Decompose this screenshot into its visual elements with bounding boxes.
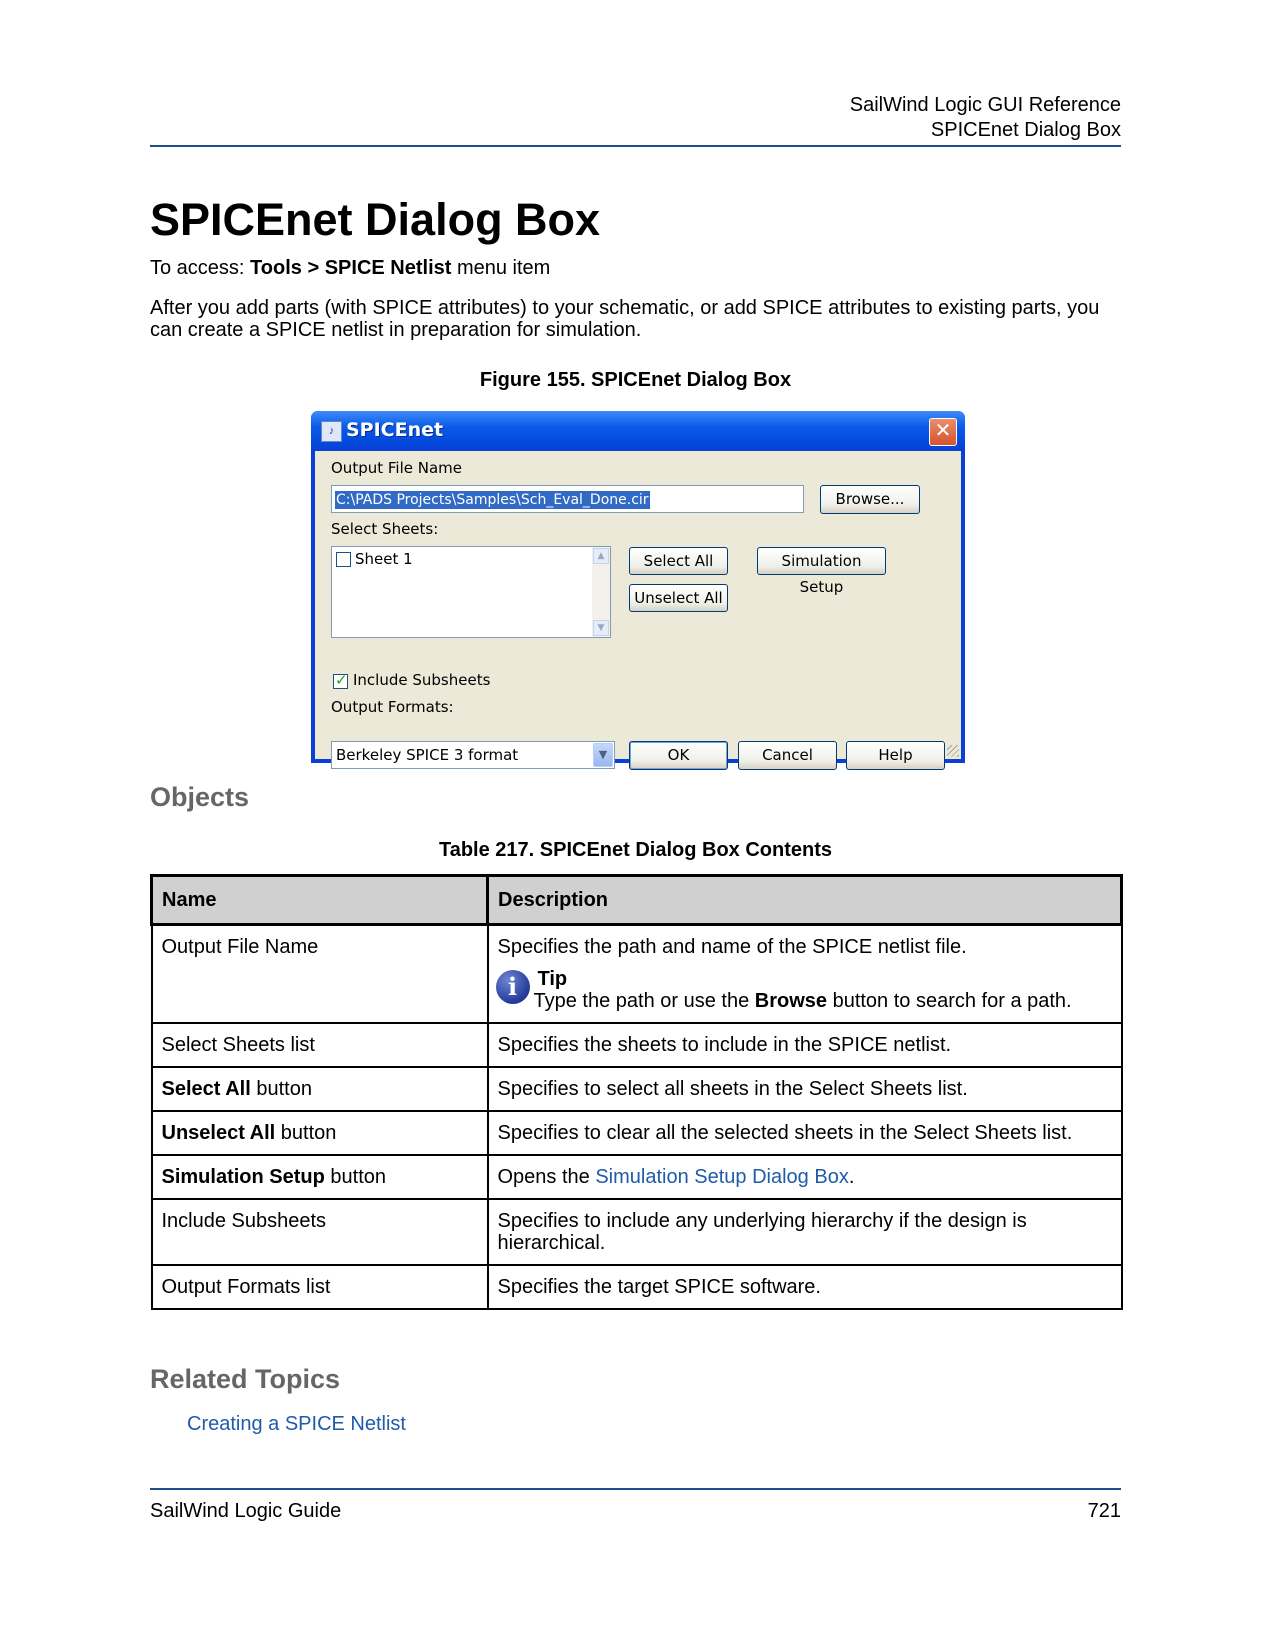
unselect-all-button[interactable]: Unselect All xyxy=(629,584,728,612)
row-description: Specifies to include any underlying hier… xyxy=(486,1198,1123,1266)
figure-caption: Figure 155. SPICEnet Dialog Box xyxy=(479,369,792,391)
simulation-setup-button[interactable]: Simulation Setup xyxy=(757,547,886,596)
output-file-value: C:\PADS Projects\Samples\Sch_Eval_Done.c… xyxy=(335,491,650,509)
header-section-title: SPICEnet Dialog Box xyxy=(930,119,1121,141)
row-description: Specifies to select all sheets in the Se… xyxy=(486,1066,1123,1112)
table-row: Output File Name Specifies the path and … xyxy=(150,923,1123,1024)
tip-prefix: Type the path or use the xyxy=(533,990,755,1012)
chevron-down-icon[interactable]: ▼ xyxy=(593,743,613,767)
select-sheets-label: Select Sheets: xyxy=(331,520,439,538)
row-description: Specifies to clear all the selected shee… xyxy=(486,1110,1123,1156)
row-description: Opens the Simulation Setup Dialog Box. xyxy=(486,1154,1123,1200)
row-name: Unselect All button xyxy=(150,1110,489,1156)
desc-suffix: . xyxy=(848,1166,855,1188)
scroll-down-icon[interactable]: ▼ xyxy=(593,620,609,636)
dialog-titlebar[interactable]: ♪ SPICEnet ✕ xyxy=(311,411,965,451)
row-name-bold: Simulation Setup xyxy=(161,1166,325,1188)
desc-prefix: Opens the xyxy=(497,1166,596,1188)
tip-text: Type the path or use the Browse button t… xyxy=(534,990,1112,1012)
output-formats-select[interactable]: Berkeley SPICE 3 format ▼ xyxy=(331,741,615,769)
simulation-setup-link[interactable]: Simulation Setup Dialog Box xyxy=(595,1166,848,1188)
access-suffix: menu item xyxy=(451,257,551,279)
table-row: Include Subsheets Specifies to include a… xyxy=(150,1198,1123,1266)
resize-grip-icon[interactable] xyxy=(947,745,959,757)
header-rule xyxy=(150,145,1121,147)
dialog-title: SPICEnet xyxy=(346,419,444,441)
column-header-description: Description xyxy=(486,874,1123,926)
footer: SailWind Logic Guide 721 xyxy=(150,1500,1121,1523)
contents-table: Name Description Output File Name Specif… xyxy=(150,874,1123,1310)
help-button[interactable]: Help xyxy=(846,741,945,770)
cancel-button[interactable]: Cancel xyxy=(738,741,837,770)
menu-tools: Tools xyxy=(250,257,302,279)
row-name-bold: Select All xyxy=(161,1078,251,1100)
intro-paragraph: After you add parts (with SPICE attribut… xyxy=(150,297,1100,341)
access-prefix: To access: xyxy=(150,257,251,279)
tip-suffix: button to search for a path. xyxy=(827,990,1072,1012)
row-description: Specifies the target SPICE software. xyxy=(486,1264,1123,1310)
info-icon: i xyxy=(495,970,530,1004)
table-row: Output Formats list Specifies the target… xyxy=(150,1264,1123,1310)
row-name-rest: button xyxy=(275,1122,337,1144)
row-name: Select Sheets list xyxy=(150,1022,489,1068)
footer-guide-name: SailWind Logic Guide xyxy=(150,1500,342,1522)
row-name: Include Subsheets xyxy=(150,1198,489,1266)
row-name: Simulation Setup button xyxy=(150,1154,489,1200)
row-description: Specifies the sheets to include in the S… xyxy=(486,1022,1123,1068)
browse-button[interactable]: Browse... xyxy=(820,485,920,514)
sheets-scrollbar[interactable]: ▲ ▼ xyxy=(592,547,610,637)
sheets-listbox[interactable]: Sheet 1 ▲ ▼ xyxy=(331,546,611,638)
include-subsheets-checkbox[interactable] xyxy=(333,671,348,689)
select-all-button[interactable]: Select All xyxy=(629,547,728,575)
related-topics-heading: Related Topics xyxy=(150,1364,341,1394)
table-header-row: Name Description xyxy=(150,874,1123,926)
column-header-name: Name xyxy=(150,874,489,926)
related-link-creating-spice-netlist[interactable]: Creating a SPICE Netlist xyxy=(187,1413,406,1436)
sheet-1-checkbox[interactable] xyxy=(336,552,351,567)
close-button[interactable]: ✕ xyxy=(929,418,957,446)
row-name-rest: button xyxy=(250,1078,312,1100)
row-description: Specifies the path and name of the SPICE… xyxy=(486,923,1123,1024)
output-format-value: Berkeley SPICE 3 format xyxy=(336,746,519,764)
access-line: To access: Tools > SPICE Netlist menu it… xyxy=(150,257,1125,279)
running-header: SailWind Logic GUI Reference SPICEnet Di… xyxy=(150,93,1121,143)
tip-note: i Tip Type the path or use the Browse bu… xyxy=(495,968,1112,1012)
menu-separator: > xyxy=(301,257,325,279)
table-row: Select All button Specifies to select al… xyxy=(150,1066,1123,1112)
menu-spice-netlist: SPICE Netlist xyxy=(324,257,452,279)
row-name-rest: button xyxy=(324,1166,387,1188)
page-number: 721 xyxy=(1087,1500,1121,1522)
table-row: Simulation Setup button Opens the Simula… xyxy=(150,1154,1123,1200)
objects-heading: Objects xyxy=(150,782,250,812)
dialog-body: Output File Name C:\PADS Projects\Sample… xyxy=(315,451,961,770)
page-title: SPICEnet Dialog Box xyxy=(150,194,601,245)
ok-button[interactable]: OK xyxy=(629,741,728,770)
tip-browse: Browse xyxy=(754,990,828,1012)
row-name: Output Formats list xyxy=(150,1264,489,1310)
header-guide-title: SailWind Logic GUI Reference xyxy=(849,94,1121,116)
sheet-1-label: Sheet 1 xyxy=(355,550,413,568)
output-file-label: Output File Name xyxy=(331,459,462,477)
scroll-up-icon[interactable]: ▲ xyxy=(593,548,609,564)
spicenet-dialog: ♪ SPICEnet ✕ Output File Name C:\PADS Pr… xyxy=(311,411,965,770)
app-icon: ♪ xyxy=(321,421,342,442)
tip-title: Tip xyxy=(537,968,568,990)
include-subsheets-label[interactable]: Include Subsheets xyxy=(353,671,490,689)
row-name: Select All button xyxy=(150,1066,489,1112)
output-file-input[interactable]: C:\PADS Projects\Samples\Sch_Eval_Done.c… xyxy=(331,485,804,513)
footer-rule xyxy=(150,1488,1121,1490)
row-name-bold: Unselect All xyxy=(161,1122,276,1144)
row-name: Output File Name xyxy=(150,923,489,1024)
table-row: Unselect All button Specifies to clear a… xyxy=(150,1110,1123,1156)
row-description-text: Specifies the path and name of the SPICE… xyxy=(497,936,967,958)
table-row: Select Sheets list Specifies the sheets … xyxy=(150,1022,1123,1068)
table-caption: Table 217. SPICEnet Dialog Box Contents xyxy=(438,839,833,861)
output-formats-label: Output Formats: xyxy=(331,698,454,716)
